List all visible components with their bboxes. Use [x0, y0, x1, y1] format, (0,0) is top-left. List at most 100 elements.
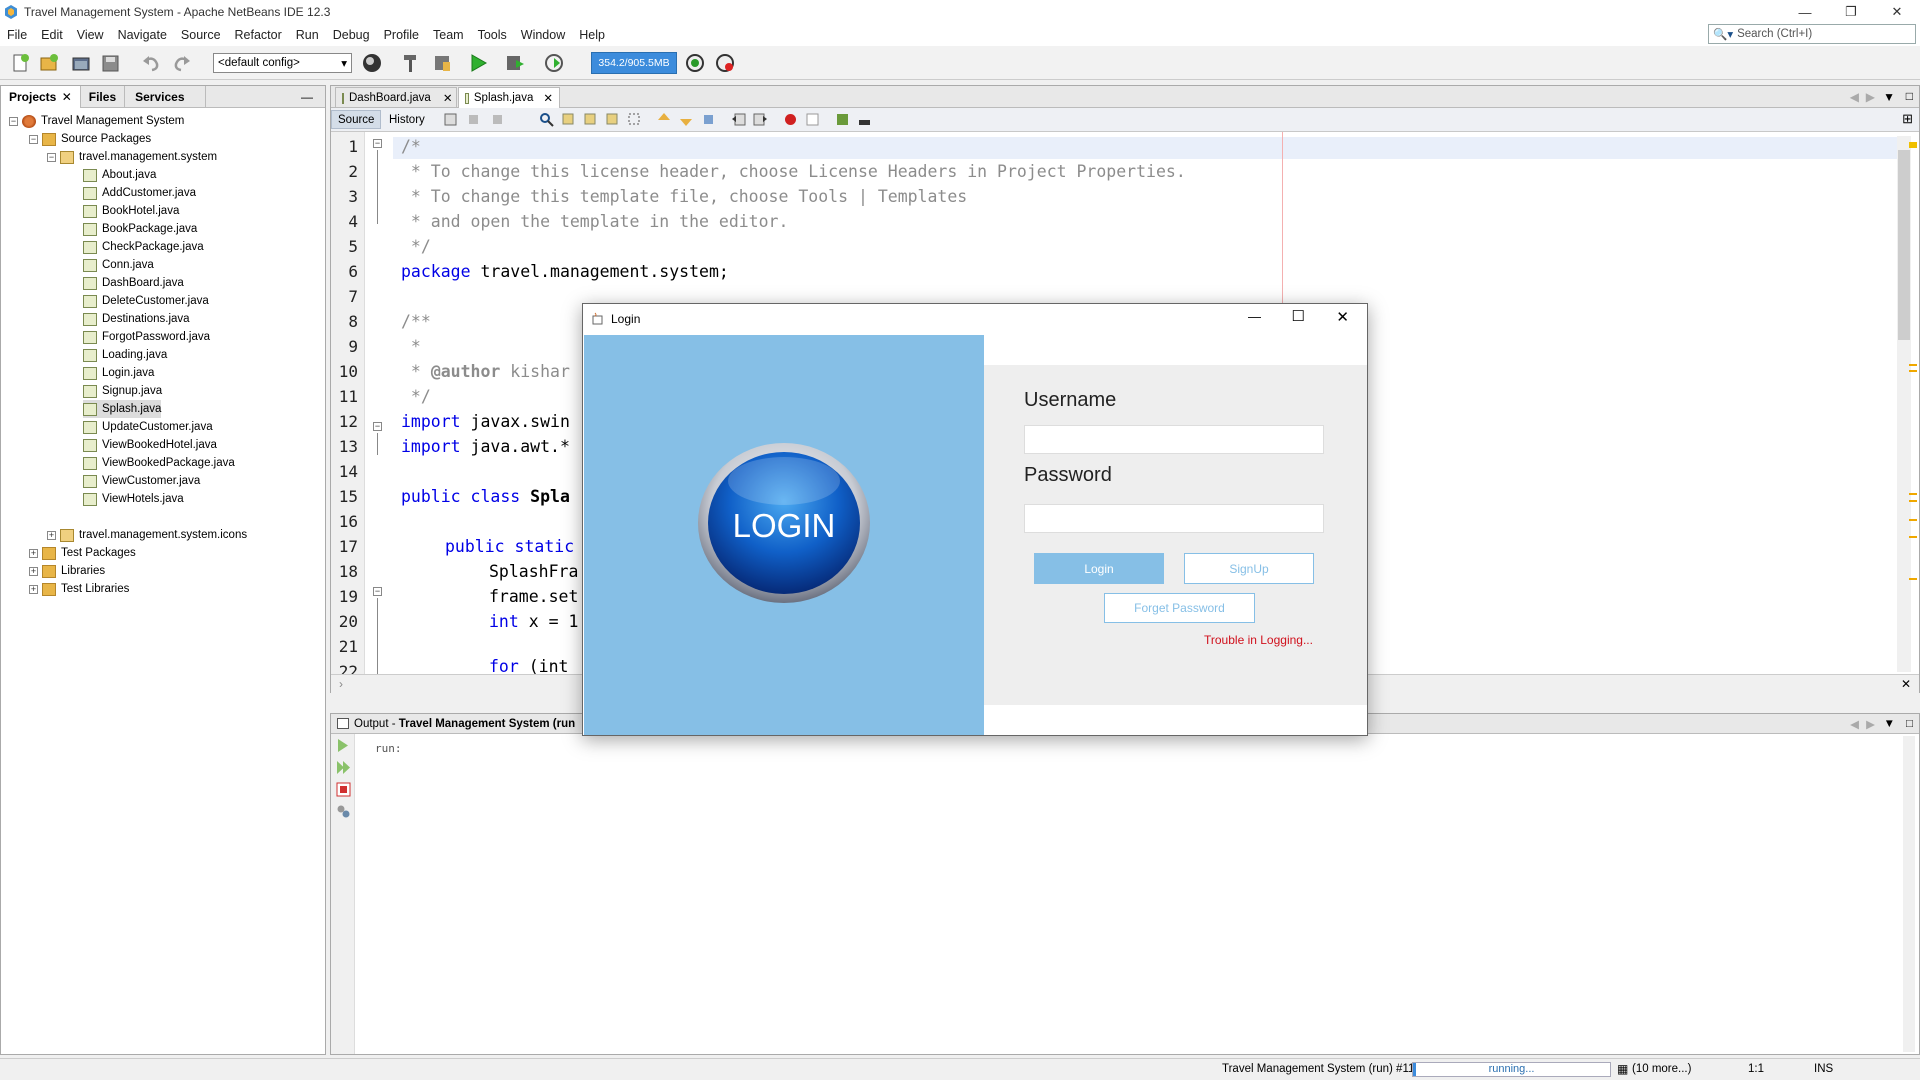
status-more[interactable]: (10 more...)	[1632, 1063, 1691, 1075]
fold-toggle-icon[interactable]: −	[373, 587, 382, 596]
minimize-window-button[interactable]: —	[1782, 0, 1828, 24]
tree-file-item[interactable]: Login.java	[83, 364, 154, 382]
menu-edit[interactable]: Edit	[34, 28, 70, 42]
shift-right-icon[interactable]	[753, 112, 768, 127]
tree-file-item[interactable]: BookHotel.java	[83, 202, 179, 220]
start-macro-icon[interactable]	[783, 112, 798, 127]
gc-profile-icon[interactable]	[684, 52, 706, 74]
comment-icon[interactable]	[835, 112, 850, 127]
previous-bookmark-icon[interactable]	[657, 112, 672, 127]
document-list-icon[interactable]: ▼	[1884, 718, 1895, 730]
menu-profile[interactable]: Profile	[377, 28, 426, 42]
tab-source[interactable]: Source	[331, 110, 382, 129]
close-window-button[interactable]: ✕	[1874, 0, 1920, 24]
progress-bar[interactable]: running...	[1412, 1062, 1611, 1077]
tree-file-item[interactable]: UpdateCustomer.java	[83, 418, 213, 436]
tree-file-item[interactable]: DashBoard.java	[83, 274, 184, 292]
undo-icon[interactable]	[140, 52, 162, 74]
tree-file-item[interactable]: ViewBookedPackage.java	[83, 454, 235, 472]
scroll-left-icon[interactable]: ◀	[1850, 90, 1859, 104]
status-task[interactable]: Travel Management System (run) #11	[1222, 1063, 1414, 1075]
tree-libraries[interactable]: + Libraries	[29, 562, 105, 580]
password-field[interactable]	[1024, 504, 1324, 533]
tab-history[interactable]: History	[383, 110, 431, 129]
tab-projects[interactable]: Projects ✕	[1, 85, 81, 108]
tab-splash-java[interactable]: Splash.java ✕	[458, 87, 560, 108]
restore-window-button[interactable]: ❐	[1828, 0, 1874, 24]
menu-source[interactable]: Source	[174, 28, 228, 42]
menu-window[interactable]: Window	[514, 28, 572, 42]
tree-project-node[interactable]: − Travel Management System	[9, 112, 184, 130]
menu-file[interactable]: File	[0, 28, 34, 42]
run-project-icon[interactable]	[467, 52, 489, 74]
profile-project-icon[interactable]	[544, 52, 566, 74]
tree-package-node[interactable]: − travel.management.system	[47, 148, 217, 166]
menu-tools[interactable]: Tools	[471, 28, 514, 42]
tree-file-item[interactable]: Signup.java	[83, 382, 162, 400]
forget-password-button[interactable]: Forget Password	[1104, 593, 1255, 623]
menu-view[interactable]: View	[70, 28, 111, 42]
next-bookmark-icon[interactable]	[679, 112, 694, 127]
maximize-window-icon[interactable]: □	[1906, 718, 1913, 730]
maximize-icon[interactable]: ☐	[1292, 307, 1305, 325]
redo-icon[interactable]	[171, 52, 193, 74]
search-input[interactable]: 🔍▾ Search (Ctrl+I)	[1708, 24, 1916, 44]
configuration-select[interactable]: <default config> ▾	[213, 53, 352, 73]
menu-team[interactable]: Team	[426, 28, 471, 42]
tree-file-item[interactable]: DeleteCustomer.java	[83, 292, 209, 310]
open-project-icon[interactable]	[70, 52, 92, 74]
tree-source-packages[interactable]: − Source Packages	[29, 130, 151, 148]
tree-file-item[interactable]: Conn.java	[83, 256, 154, 274]
collapse-toggle-icon[interactable]: −	[47, 152, 56, 162]
menu-navigate[interactable]: Navigate	[111, 28, 174, 42]
save-all-icon[interactable]	[100, 52, 122, 74]
tree-file-item[interactable]: AddCustomer.java	[83, 184, 196, 202]
tree-test-packages[interactable]: + Test Packages	[29, 544, 136, 562]
username-field[interactable]	[1024, 425, 1324, 454]
last-edit-icon[interactable]	[443, 112, 458, 127]
close-icon[interactable]: ✕	[60, 90, 72, 104]
expand-toggle-icon[interactable]: +	[29, 584, 38, 594]
tab-dashboard-java[interactable]: DashBoard.java ✕	[335, 87, 457, 108]
new-project-icon[interactable]	[38, 52, 60, 74]
new-file-icon[interactable]	[10, 52, 32, 74]
memory-usage-meter[interactable]: 354.2/905.5MB	[591, 52, 677, 74]
find-previous-icon[interactable]	[561, 112, 576, 127]
trouble-logging-link[interactable]: Trouble in Logging...	[1204, 633, 1313, 647]
tree-file-item[interactable]: ViewCustomer.java	[83, 472, 200, 490]
expand-toggle-icon[interactable]: +	[47, 530, 56, 540]
debug-project-icon[interactable]	[504, 52, 526, 74]
build-hammer-icon[interactable]	[399, 52, 421, 74]
scroll-right-icon[interactable]: ▶	[1866, 90, 1875, 104]
uncomment-icon[interactable]	[857, 112, 872, 127]
menu-help[interactable]: Help	[572, 28, 612, 42]
tree-file-item[interactable]: About.java	[83, 166, 156, 184]
tree-test-libraries[interactable]: + Test Libraries	[29, 580, 129, 598]
toggle-bookmark-icon[interactable]	[701, 112, 716, 127]
tab-files[interactable]: Files	[81, 86, 124, 108]
close-icon[interactable]: ✕	[1336, 308, 1349, 326]
rerun-icon[interactable]	[336, 738, 351, 753]
menu-debug[interactable]: Debug	[326, 28, 377, 42]
expand-toggle-icon[interactable]: +	[29, 548, 38, 558]
login-button[interactable]: Login	[1034, 553, 1164, 584]
menu-refactor[interactable]: Refactor	[228, 28, 289, 42]
tree-file-item[interactable]: Destinations.java	[83, 310, 190, 328]
rerun-with-params-icon[interactable]	[336, 760, 351, 775]
tree-file-item[interactable]: BookPackage.java	[83, 220, 197, 238]
forward-icon[interactable]	[491, 112, 506, 127]
rectangular-selection-icon[interactable]	[627, 112, 642, 127]
scroll-left-icon[interactable]: ◀	[1850, 717, 1859, 731]
chevron-right-icon[interactable]: ›	[339, 677, 343, 691]
close-icon[interactable]: ✕	[543, 91, 553, 105]
minimize-icon[interactable]: —	[1248, 309, 1261, 324]
close-icon[interactable]: ✕	[1901, 677, 1911, 691]
tab-services[interactable]: Services	[124, 85, 206, 108]
notifications-icon[interactable]: ▦	[1617, 1062, 1628, 1076]
find-icon[interactable]	[539, 112, 554, 127]
close-icon[interactable]: ✕	[443, 91, 453, 105]
settings-icon[interactable]	[336, 804, 351, 819]
split-editor-icon[interactable]: ⊞	[1902, 111, 1913, 127]
tree-file-item[interactable]: ViewBookedHotel.java	[83, 436, 217, 454]
clean-build-icon[interactable]	[431, 52, 453, 74]
